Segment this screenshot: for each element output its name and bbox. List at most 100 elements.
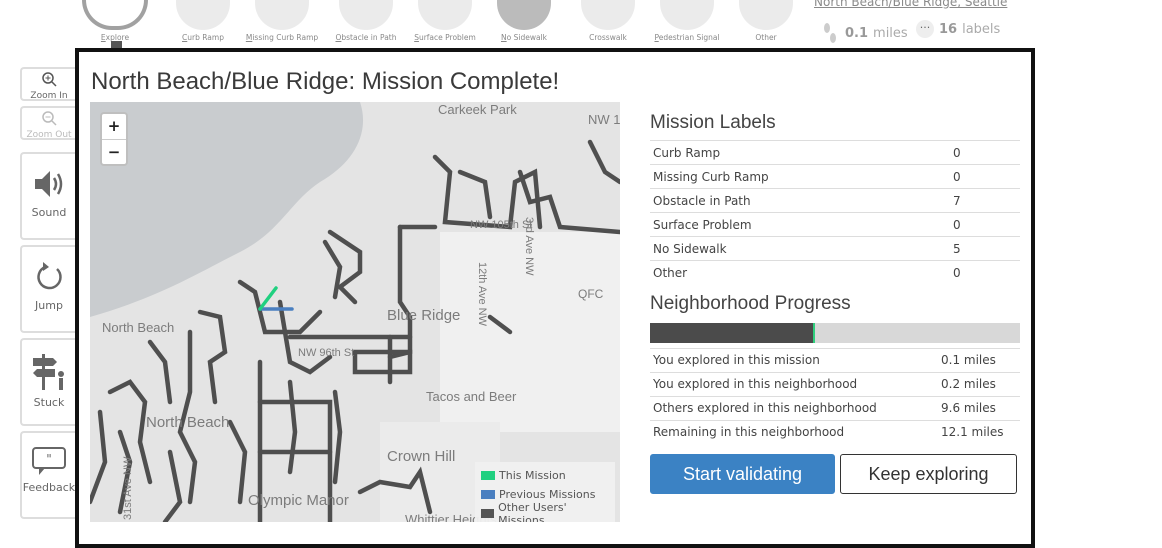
map-place-label: NW 96th St bbox=[298, 347, 355, 359]
mission-complete-modal: North Beach/Blue Ridge: Mission Complete… bbox=[75, 48, 1035, 548]
tool-label: Missing Curb Ramp bbox=[245, 33, 319, 42]
map-place-label: 3rd Ave NW bbox=[523, 217, 535, 276]
feedback-label: Feedback bbox=[22, 481, 76, 494]
labels-icon: ··· bbox=[916, 20, 934, 38]
obstacle-icon bbox=[339, 0, 393, 30]
table-row: Other 0 bbox=[650, 260, 1020, 285]
map-place-label: North Beach bbox=[146, 414, 230, 431]
crosswalk-tool[interactable]: Crosswalk bbox=[568, 0, 648, 42]
explore-tool[interactable]: Explore bbox=[75, 0, 155, 42]
map-place-label: NW 100 bbox=[588, 112, 620, 127]
label-toolbar: Explore Curb Ramp Missing Curb Ramp Obst… bbox=[0, 0, 1162, 48]
other-tool[interactable]: Other bbox=[726, 0, 806, 42]
map-place-label: Olympic Manor bbox=[248, 492, 349, 509]
tool-label: Surface Problem bbox=[414, 33, 476, 42]
tool-label: Pedestrian Signal bbox=[654, 33, 720, 42]
jump-icon bbox=[37, 262, 62, 290]
map-place-label: Tacos and Beer bbox=[426, 389, 517, 404]
map-place-label: QFC bbox=[578, 287, 604, 301]
table-row: You explored in this neighborhood 0.2 mil… bbox=[650, 371, 1020, 396]
table-row: Others explored in this neighborhood 9.6 … bbox=[650, 395, 1020, 420]
labels-value: 16 bbox=[939, 21, 958, 37]
legend-swatch bbox=[481, 490, 495, 499]
surface-problem-tool[interactable]: Surface Problem bbox=[405, 0, 485, 42]
zoom-out-icon bbox=[42, 111, 57, 126]
map-place-label: 12th Ave NW bbox=[476, 262, 488, 326]
jump-label: Jump bbox=[35, 299, 63, 312]
stuck-label: Stuck bbox=[33, 396, 65, 409]
progress-fill-mission bbox=[813, 322, 815, 343]
table-row: No Sidewalk 5 bbox=[650, 236, 1020, 261]
map-place-label: Blue Ridge bbox=[387, 307, 461, 324]
stuck-button[interactable]: Stuck bbox=[20, 338, 76, 426]
map-zoom-in-button[interactable]: + bbox=[102, 114, 126, 139]
neighborhood-map[interactable]: + − Carkeek Park NW 100 NW 105th St 3rd … bbox=[90, 102, 620, 522]
mission-labels-table: Curb Ramp 0 Missing Curb Ramp 0 Obstacle i… bbox=[650, 140, 1020, 285]
map-zoom-out-button[interactable]: − bbox=[102, 139, 126, 164]
tool-label: No Sidewalk bbox=[501, 33, 547, 42]
neighborhood-progress-bar bbox=[650, 322, 1020, 343]
pedestrian-signal-tool[interactable]: Pedestrian Signal bbox=[647, 0, 727, 42]
map-place-label: North Beach bbox=[102, 320, 175, 335]
tool-label: Curb Ramp bbox=[182, 33, 224, 42]
distance-stat: 0.1 miles bbox=[820, 20, 908, 46]
zoom-out-label: Zoom Out bbox=[26, 130, 72, 140]
labels-unit: labels bbox=[962, 21, 1001, 37]
map-place-label: Crown Hill bbox=[387, 448, 456, 465]
zoom-in-icon bbox=[42, 72, 57, 87]
distance-value: 0.1 bbox=[845, 25, 869, 41]
mission-summary-panel: Mission Labels Curb Ramp 0 Missing Curb R… bbox=[650, 112, 1020, 444]
start-validating-button[interactable]: Start validating bbox=[650, 454, 835, 494]
tool-label: Crosswalk bbox=[589, 33, 627, 42]
pedestrian-signal-icon bbox=[660, 0, 714, 30]
crosswalk-icon bbox=[581, 0, 635, 30]
distance-unit: miles bbox=[873, 25, 908, 41]
curb-ramp-tool[interactable]: Curb Ramp bbox=[163, 0, 243, 42]
map-legend: This Mission Previous Missions Other Use… bbox=[475, 462, 615, 522]
other-icon bbox=[739, 0, 793, 30]
table-row: Missing Curb Ramp 0 bbox=[650, 164, 1020, 189]
sound-button[interactable]: Sound bbox=[20, 152, 76, 240]
table-row: Surface Problem 0 bbox=[650, 212, 1020, 237]
modal-title: North Beach/Blue Ridge: Mission Complete… bbox=[91, 68, 560, 95]
mission-labels-title: Mission Labels bbox=[650, 112, 776, 133]
labels-stat: ··· 16 labels bbox=[916, 20, 1000, 38]
neighborhood-progress-title: Neighborhood Progress bbox=[650, 292, 851, 314]
legend-item: Other Users' Missions bbox=[481, 501, 609, 522]
surface-problem-icon bbox=[418, 0, 472, 30]
map-zoom-control: + − bbox=[100, 112, 128, 166]
neighborhood-progress-table: You explored in this mission 0.1 miles Yo… bbox=[650, 347, 1020, 444]
legend-item: This Mission bbox=[481, 466, 609, 485]
footsteps-icon bbox=[824, 23, 836, 43]
feedback-button[interactable]: " Feedback bbox=[20, 431, 76, 519]
jump-button[interactable]: Jump bbox=[20, 245, 76, 333]
legend-swatch bbox=[481, 509, 495, 518]
feedback-speech-bubble-icon: " bbox=[32, 447, 66, 475]
no-sidewalk-icon bbox=[497, 0, 551, 30]
table-row: Obstacle in Path 7 bbox=[650, 188, 1020, 213]
legend-swatch bbox=[481, 471, 495, 480]
neighborhood-link[interactable]: North Beach/Blue Ridge, Seattle bbox=[814, 0, 1007, 9]
svg-text:": " bbox=[46, 452, 52, 466]
progress-fill-others bbox=[650, 322, 813, 343]
table-row: You explored in this mission 0.1 miles bbox=[650, 347, 1020, 372]
no-sidewalk-tool[interactable]: No Sidewalk bbox=[484, 0, 564, 42]
zoom-in-button[interactable]: Zoom In bbox=[20, 67, 76, 101]
tool-label: Other bbox=[755, 33, 777, 42]
missing-curb-ramp-icon bbox=[255, 0, 309, 30]
stuck-signpost-icon bbox=[33, 354, 64, 390]
speaker-icon bbox=[35, 171, 63, 197]
table-row: Remaining in this neighborhood 12.1 miles bbox=[650, 419, 1020, 444]
active-tool-marker bbox=[111, 41, 122, 48]
explore-icon bbox=[82, 0, 148, 30]
missing-curb-ramp-tool[interactable]: Missing Curb Ramp bbox=[242, 0, 322, 42]
sound-label: Sound bbox=[31, 206, 67, 219]
obstacle-tool[interactable]: Obstacle in Path bbox=[326, 0, 406, 42]
keep-exploring-button[interactable]: Keep exploring bbox=[840, 454, 1017, 494]
zoom-in-label: Zoom In bbox=[30, 91, 68, 101]
zoom-out-button[interactable]: Zoom Out bbox=[20, 106, 76, 140]
table-row: Curb Ramp 0 bbox=[650, 140, 1020, 165]
tool-label: Obstacle in Path bbox=[335, 33, 397, 42]
curb-ramp-icon bbox=[176, 0, 230, 30]
map-place-label: 31st Ave NW bbox=[122, 456, 134, 520]
